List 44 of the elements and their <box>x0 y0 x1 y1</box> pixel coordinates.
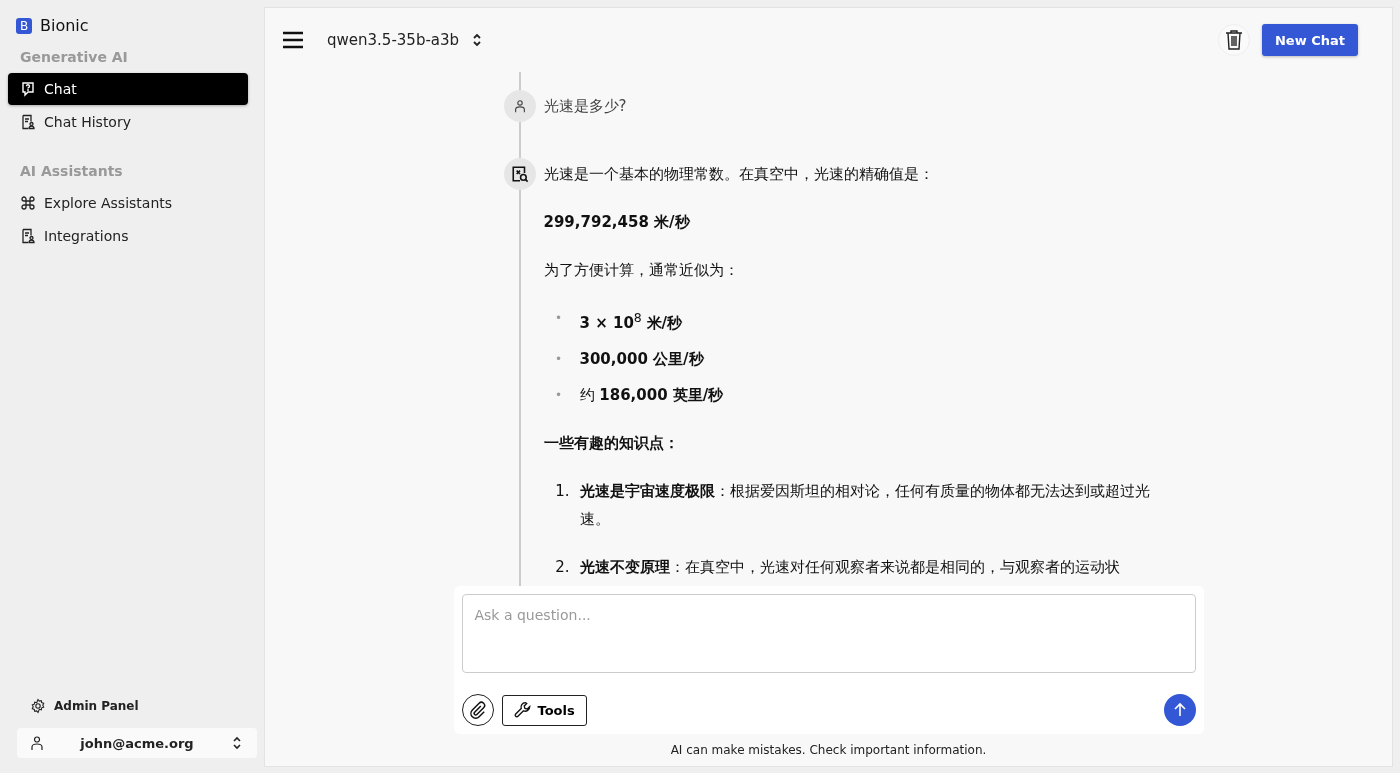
list-number: 1. <box>554 481 570 502</box>
disclaimer-text: AI can make mistakes. Check important information. <box>669 742 988 759</box>
list-item: 光速是宇宙速度极限：根据爱因斯坦的相对论，任何有质量的物体都无法达到或超过光速。 <box>579 481 1151 530</box>
attach-button[interactable] <box>461 694 494 726</box>
document-user-icon <box>20 228 36 244</box>
wrench-icon <box>513 701 532 719</box>
message-text: 光速是一个基本的物理常数。在真空中，光速的精确值是： <box>543 164 935 185</box>
user-avatar <box>503 90 536 122</box>
message-text: 一些有趣的知识点： <box>543 433 680 454</box>
paperclip-icon <box>468 701 487 719</box>
list-number: 2. <box>554 557 570 578</box>
list-item: 300,000 公里/秒 <box>579 349 705 370</box>
bullet-mark: • <box>553 310 564 327</box>
section-heading: Generative AI <box>19 48 129 67</box>
command-key-icon <box>20 195 36 211</box>
sidebar-item[interactable]: Chat <box>8 73 248 105</box>
question-input[interactable]: Ask a question... <box>461 594 1196 673</box>
section-heading: AI Assistants <box>19 162 124 181</box>
bullet-mark: • <box>553 387 564 404</box>
message-text: 299,792,458 米/秒 <box>543 212 691 233</box>
document-user-icon <box>20 114 36 130</box>
list-item: 光速不变原理：在真空中，光速对任何观察者来说都是相同的，与观察者的运动状 <box>579 557 1121 578</box>
tools-button[interactable]: Tools <box>501 694 587 726</box>
send-button[interactable] <box>1163 694 1196 726</box>
user-menu[interactable]: john@acme.org <box>17 728 257 758</box>
delete-button[interactable] <box>1218 24 1250 56</box>
message-text: 为了方便计算，通常近似为： <box>543 260 740 281</box>
model-selector[interactable]: qwen3.5-35b-a3b <box>327 23 486 56</box>
bullet-mark: • <box>553 351 564 368</box>
brand-name: Bionic <box>40 16 89 35</box>
trash-icon <box>1224 29 1244 51</box>
sidebar-item[interactable]: Chat History <box>8 106 248 138</box>
assistant-avatar <box>503 158 536 190</box>
admin-panel-link[interactable]: Admin Panel <box>8 690 248 722</box>
settings-icon <box>30 698 46 714</box>
sidebar-item[interactable]: Explore Assistants <box>8 187 248 219</box>
user-icon <box>29 735 45 751</box>
chat-question-icon <box>20 81 36 97</box>
list-item: 约 186,000 英里/秒 <box>579 385 725 406</box>
message-text: 光速是多少? <box>543 96 628 117</box>
new-chat-button[interactable]: New Chat <box>1262 24 1358 56</box>
list-item: 3 × 10$^{8}$ 米/秒 <box>579 309 684 334</box>
sidebar-item[interactable]: Integrations <box>8 220 248 252</box>
brand-logo: B <box>16 17 32 34</box>
